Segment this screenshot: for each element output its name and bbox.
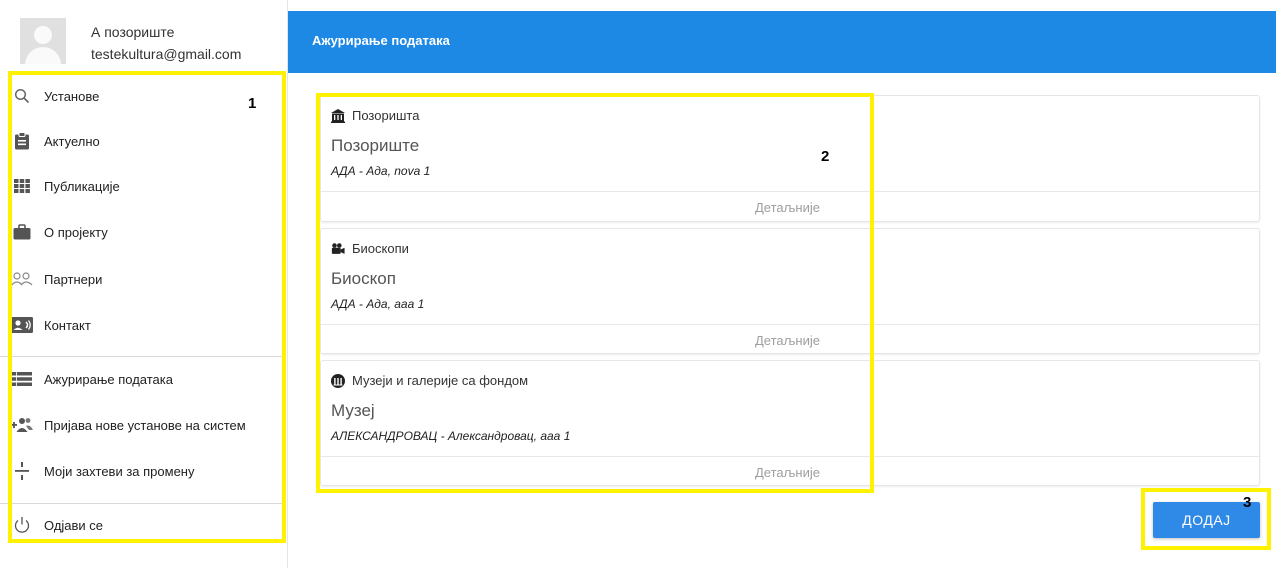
- institution-card: Музеји и галерије са фондом Музеј АЛЕКСА…: [320, 360, 1260, 486]
- sidebar-item-label: Моји захтеви за промену: [44, 463, 195, 479]
- profile-name: А позориште: [91, 24, 175, 40]
- sidebar-item-register-institution[interactable]: Пријава нове установе на систем: [0, 405, 288, 445]
- page-title: Ажурирање података: [312, 33, 450, 48]
- sidebar-item-publications[interactable]: Публикације: [0, 166, 288, 206]
- sidebar-item-my-requests[interactable]: Моји захтеви за промену: [0, 451, 288, 491]
- annotation-number: 2: [821, 148, 830, 165]
- divider: [0, 503, 284, 504]
- profile-email: testekultura@gmail.com: [91, 46, 242, 62]
- divide-icon: [11, 460, 33, 482]
- museum-icon: [331, 373, 345, 388]
- card-category: Музеји и галерије са фондом: [331, 373, 528, 388]
- card-category-label: Музеји и галерије са фондом: [352, 373, 529, 388]
- divider: [321, 456, 1259, 457]
- sidebar-item-label: Установе: [44, 88, 100, 104]
- list-icon: [11, 368, 33, 390]
- sidebar-item-about[interactable]: О пројекту: [0, 212, 288, 252]
- card-category: Позоришта: [331, 108, 419, 123]
- institution-card: Позоришта Позориште АДА - Ада, nova 1 Де…: [320, 95, 1260, 222]
- annotation-number: 3: [1243, 494, 1252, 511]
- clipboard-icon: [11, 130, 33, 152]
- people-icon: [11, 268, 33, 290]
- movie-camera-icon: [331, 242, 345, 256]
- theater-icon: [331, 108, 345, 123]
- details-link[interactable]: Детаљније: [755, 465, 820, 480]
- sidebar-item-institutions[interactable]: Установе: [0, 76, 288, 116]
- divider: [321, 324, 1259, 325]
- sidebar-item-label: Актуелно: [44, 133, 100, 149]
- details-link[interactable]: Детаљније: [755, 333, 820, 348]
- card-title: Биоскоп: [331, 269, 396, 288]
- sidebar-item-contact[interactable]: Контакт: [0, 305, 288, 345]
- divider: [321, 191, 1259, 192]
- sidebar-item-label: Ажурирање података: [44, 371, 173, 387]
- page-header: Ажурирање података: [288, 11, 1276, 73]
- sidebar-item-label: Пријава нове установе на систем: [44, 417, 246, 433]
- sidebar-item-partners[interactable]: Партнери: [0, 259, 288, 299]
- card-category-label: Позоришта: [352, 108, 420, 123]
- sidebar-item-logout[interactable]: Одјави се: [0, 505, 288, 545]
- sidebar: А позориште testekultura@gmail.com Устан…: [0, 0, 288, 568]
- divider: [0, 356, 284, 357]
- avatar: [20, 18, 66, 64]
- card-title: Музеј: [331, 401, 375, 420]
- sidebar-item-label: Контакт: [44, 317, 91, 333]
- briefcase-icon: [11, 221, 33, 243]
- sidebar-item-label: О пројекту: [44, 224, 108, 240]
- card-title: Позориште: [331, 136, 420, 155]
- card-address: АЛЕКСАНДРОВАЦ - Александровац, ааа 1: [331, 429, 571, 443]
- contact-card-icon: [11, 314, 33, 336]
- user-profile: А позориште testekultura@gmail.com: [0, 0, 288, 72]
- card-category-label: Биоскопи: [352, 241, 409, 256]
- sidebar-item-news[interactable]: Актуелно: [0, 121, 288, 161]
- sidebar-item-label: Публикације: [44, 178, 120, 194]
- sidebar-item-label: Партнери: [44, 271, 103, 287]
- card-category: Биоскопи: [331, 241, 409, 256]
- sidebar-item-update-data[interactable]: Ажурирање података: [0, 359, 288, 399]
- sidebar-item-label: Одјави се: [44, 517, 104, 533]
- search-icon: [11, 85, 33, 107]
- card-address: АДА - Ада, ааа 1: [331, 297, 425, 311]
- annotation-number: 1: [248, 95, 257, 112]
- group-add-icon: [11, 414, 33, 436]
- card-address: АДА - Ада, nova 1: [331, 164, 431, 178]
- institution-card: Биоскопи Биоскоп АДА - Ада, ааа 1 Детаљн…: [320, 228, 1260, 354]
- grid-icon: [11, 175, 33, 197]
- details-link[interactable]: Детаљније: [755, 200, 820, 215]
- power-icon: [11, 514, 33, 536]
